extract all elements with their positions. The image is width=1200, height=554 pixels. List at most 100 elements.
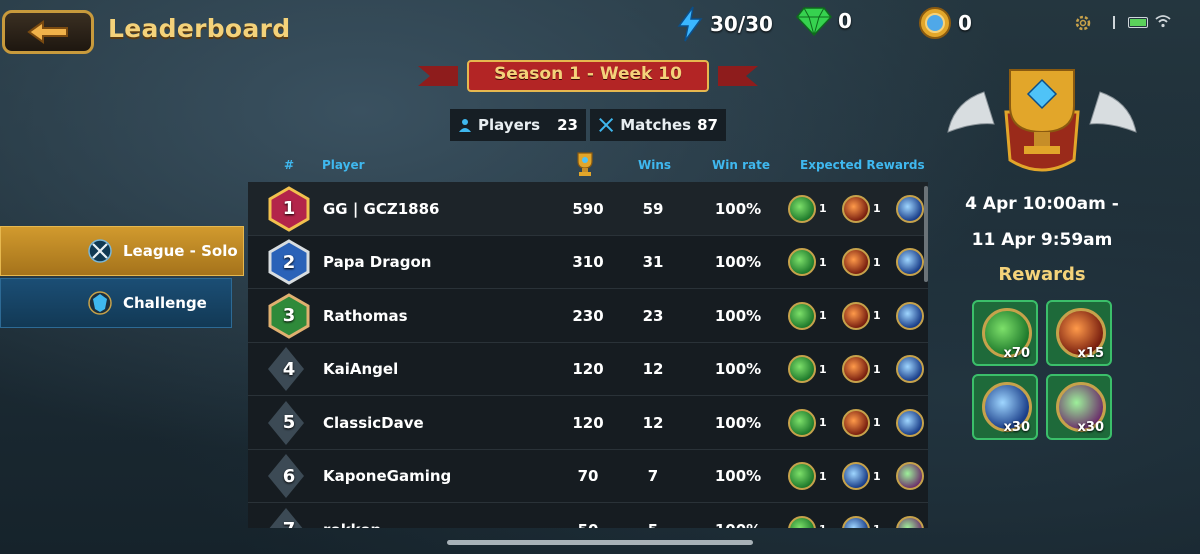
player-name: KaponeGaming — [323, 467, 452, 485]
wifi-icon — [1155, 15, 1171, 28]
season-banner: Season 1 - Week 10 — [418, 60, 758, 92]
season-dates: 4 Apr 10:00am - 11 Apr 9:59am — [944, 186, 1140, 258]
reward-box-green[interactable]: x70 — [972, 300, 1038, 366]
reward-count: 1 — [819, 416, 827, 429]
header-rank: # — [284, 158, 295, 172]
leaderboard-table[interactable]: 1 GG | GCZ1886 590 59 100% 11 2 Papa Dra… — [248, 182, 928, 528]
table-row[interactable]: 3 Rathomas 230 23 100% 11 — [248, 289, 928, 343]
crossed-swords-icon — [87, 238, 113, 264]
page-title: Leaderboard — [108, 14, 291, 43]
fire-reward-icon — [842, 301, 870, 330]
player-wins: 23 — [642, 306, 664, 325]
table-row[interactable]: 5 ClassicDave 120 12 100% 11 — [248, 396, 928, 450]
player-winrate: 100% — [714, 306, 762, 325]
rewards-title: Rewards — [998, 264, 1086, 285]
energy-resource[interactable]: 30/30 — [676, 6, 773, 42]
header-wins: Wins — [638, 158, 672, 172]
coins-resource[interactable]: 0 — [918, 6, 972, 40]
reward-box-clover[interactable]: x30 — [1046, 374, 1112, 440]
tab-league-solo[interactable]: League - Solo — [0, 226, 244, 276]
rank-badge: 1 — [256, 182, 322, 235]
player-wins: 59 — [642, 199, 664, 218]
reward-box-blue[interactable]: x30 — [972, 374, 1038, 440]
green-reward-icon — [788, 194, 816, 223]
player-name: GG | GCZ1886 — [323, 199, 440, 218]
challenge-shield-icon — [87, 290, 113, 316]
reward-item: 1 — [788, 408, 838, 437]
player-score: 230 — [572, 306, 604, 325]
player-winrate: 100% — [714, 467, 762, 485]
reward-count: 1 — [819, 202, 827, 215]
reward-item: 1 — [842, 194, 892, 223]
tab-label: Challenge — [123, 294, 207, 312]
reward-count: 1 — [819, 309, 827, 322]
reward-item — [896, 355, 928, 383]
coins-value: 0 — [958, 11, 972, 35]
player-winrate: 100% — [714, 360, 762, 378]
rank-number: 6 — [282, 465, 296, 487]
rank-number: 7 — [283, 519, 296, 528]
player-winrate: 100% — [698, 503, 778, 529]
matches-count: 87 — [697, 116, 718, 134]
players-label: Players — [478, 116, 541, 134]
expected-rewards: 11 — [788, 503, 928, 528]
table-scrollbar[interactable] — [924, 186, 928, 282]
table-row[interactable]: 4 KaiAngel 120 12 100% 11 — [248, 342, 928, 396]
fire-reward-icon — [842, 194, 870, 223]
reward-count: x30 — [1003, 420, 1030, 435]
tab-challenge[interactable]: Challenge — [0, 278, 232, 328]
rank-badge: 5 — [256, 396, 322, 449]
blue-reward-icon — [896, 408, 924, 437]
reward-item: 1 — [842, 248, 892, 276]
table-row[interactable]: 7 rokkon 50 5 100% 11 — [248, 503, 928, 528]
table-row[interactable]: 2 Papa Dragon 310 31 100% 11 — [248, 235, 928, 289]
reward-count: x15 — [1077, 346, 1104, 361]
rank-number: 5 — [282, 412, 296, 433]
rank-badge: 4 — [256, 343, 322, 396]
gem-icon — [796, 7, 832, 36]
reward-item: 1 — [842, 515, 892, 528]
fire-reward-icon — [842, 248, 870, 276]
green-reward-icon — [788, 462, 816, 490]
reward-box-fire[interactable]: x15 — [1046, 300, 1112, 366]
player-wins: 5 — [618, 503, 688, 529]
fire-reward-icon — [842, 355, 870, 383]
back-arrow-icon — [27, 20, 68, 44]
rank-badge: 6 — [256, 450, 322, 503]
reward-item: 1 — [842, 355, 892, 383]
expected-rewards: 11 — [788, 236, 928, 289]
header-winrate: Win rate — [712, 158, 770, 172]
back-button[interactable] — [2, 10, 94, 54]
green-reward-icon — [788, 248, 816, 276]
home-indicator[interactable] — [447, 540, 753, 545]
blue-reward-icon — [896, 194, 924, 223]
reward-item: 1 — [788, 462, 838, 490]
player-name: Papa Dragon — [323, 253, 432, 271]
reward-count: 1 — [873, 362, 881, 376]
reward-item: 1 — [788, 194, 838, 223]
player-winrate: 100% — [714, 253, 762, 271]
player-winrate: 100% — [714, 199, 762, 218]
reward-item — [896, 301, 928, 330]
rank-number: 4 — [282, 358, 296, 380]
reward-item: 1 — [842, 408, 892, 437]
player-score: 120 — [572, 360, 604, 378]
rank-number: 3 — [282, 305, 296, 326]
reward-count: 1 — [873, 202, 881, 215]
matches-stat: Matches 87 — [590, 109, 726, 141]
expected-rewards: 11 — [788, 182, 928, 235]
reward-item: 1 — [842, 462, 892, 490]
person-icon — [459, 119, 471, 132]
reward-item: 1 — [788, 355, 838, 383]
green-reward-icon — [788, 515, 816, 528]
player-name: ClassicDave — [323, 413, 424, 432]
table-row[interactable]: 6 KaponeGaming 70 7 100% 11 — [248, 449, 928, 503]
blue-reward-icon — [896, 301, 924, 330]
reward-item — [896, 515, 928, 528]
settings-gear-icon[interactable] — [1074, 14, 1092, 32]
reward-count: 1 — [873, 416, 881, 429]
table-row[interactable]: 1 GG | GCZ1886 590 59 100% 11 — [248, 182, 928, 236]
reward-count: x70 — [1003, 346, 1030, 361]
reward-count: 1 — [819, 255, 827, 269]
gems-resource[interactable]: 0 — [796, 6, 852, 36]
